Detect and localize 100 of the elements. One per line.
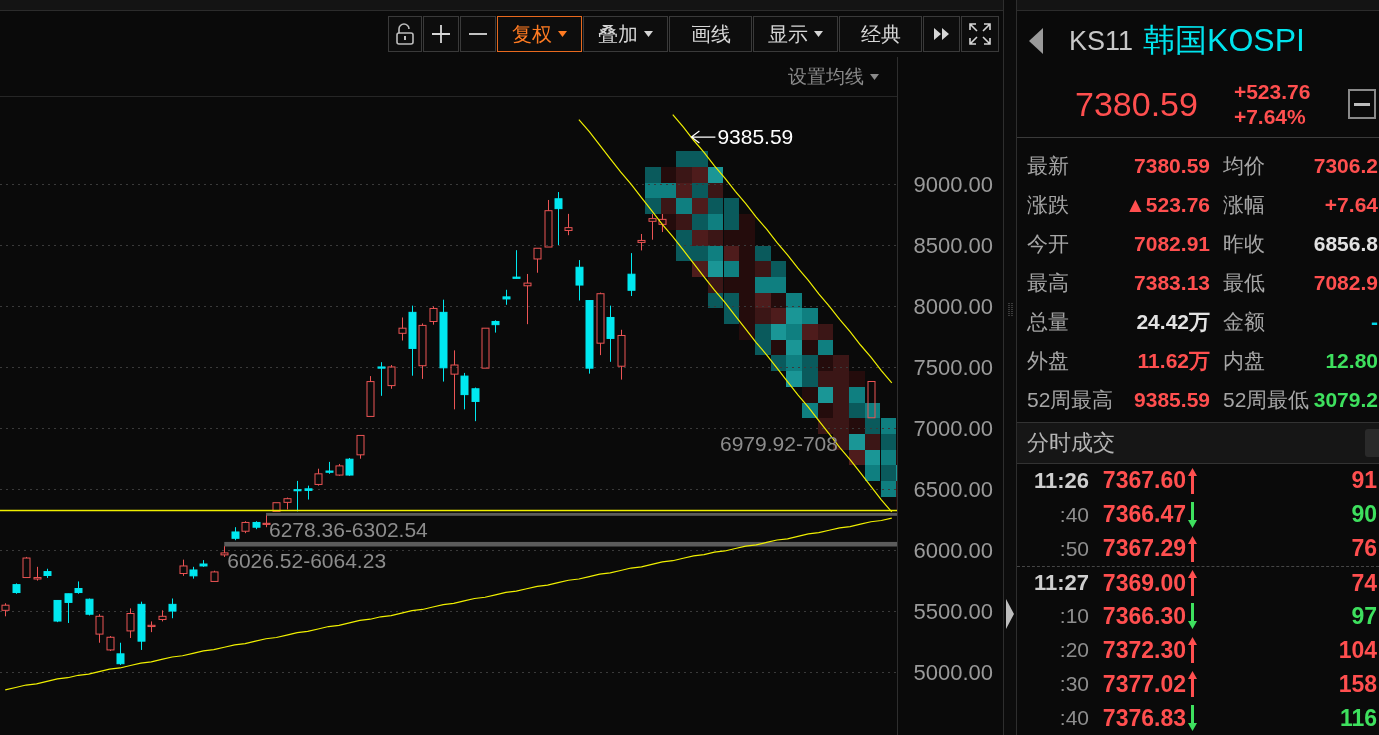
toolbar-button[interactable]: 复权 xyxy=(497,16,582,52)
axis-label: 9000.00 xyxy=(913,172,993,198)
candlestick xyxy=(1,602,10,617)
field-value: +7.64 xyxy=(1324,192,1378,217)
toolbar-button[interactable]: 显示 xyxy=(753,16,838,52)
trade-price: 7369.00 xyxy=(1102,569,1186,597)
expand-triangle-icon[interactable] xyxy=(1006,599,1014,629)
trade-volume: 116 xyxy=(1339,704,1378,732)
candlestick xyxy=(252,520,261,530)
candlestick xyxy=(116,642,125,666)
candlestick xyxy=(272,502,281,512)
axis-label: 8000.00 xyxy=(913,294,993,319)
trade-price: 7366.30 xyxy=(1102,602,1186,630)
trade-volume: 76 xyxy=(1351,535,1378,563)
candlestick xyxy=(304,485,313,501)
back-triangle-icon[interactable] xyxy=(1029,28,1043,54)
grip-icon xyxy=(1007,303,1013,317)
candlestick xyxy=(356,434,365,460)
candlestick xyxy=(126,607,135,639)
percent-change: +7.64% xyxy=(1233,104,1307,129)
zoom-in-button[interactable] xyxy=(423,16,459,52)
candlestick xyxy=(12,582,21,595)
price-change: +523.76 xyxy=(1233,79,1311,104)
axis-label: 6500.00 xyxy=(913,476,993,502)
field-label: 涨跌 xyxy=(1027,191,1069,218)
candlestick xyxy=(345,457,354,477)
trade-time: :30 xyxy=(1059,672,1089,697)
field-value: 7082.9 xyxy=(1313,270,1378,295)
trade-time: 11:26 xyxy=(1033,467,1089,494)
candlestick xyxy=(617,329,626,381)
field-value: 7306.2 xyxy=(1313,153,1378,178)
candlestick xyxy=(387,364,396,390)
lock-button[interactable] xyxy=(388,16,422,52)
candlestick xyxy=(210,570,219,582)
trade-time: :10 xyxy=(1059,604,1089,629)
axis-label: 7000.00 xyxy=(913,415,993,441)
field-label: 总量 xyxy=(1027,308,1069,335)
candlestick xyxy=(314,468,323,487)
candlestick xyxy=(241,520,250,534)
zoom-out-button[interactable] xyxy=(460,16,496,52)
field-label: 涨幅 xyxy=(1223,191,1265,218)
candlestick xyxy=(325,461,334,475)
arrow-icon xyxy=(690,130,716,144)
field-value: - xyxy=(1371,309,1378,334)
band-label: 6026.52-6064.23 xyxy=(227,548,387,572)
trade-price: 7367.29 xyxy=(1102,535,1186,563)
candlestick xyxy=(867,380,876,419)
toolbar-button[interactable]: 画线 xyxy=(669,16,752,52)
candlestick xyxy=(220,545,229,558)
field-label: 昨收 xyxy=(1223,230,1265,257)
field-value: 9385.59 xyxy=(1134,387,1210,412)
field-label: 金额 xyxy=(1223,308,1265,335)
field-label: 今开 xyxy=(1027,230,1069,257)
candlestick xyxy=(377,361,386,397)
field-value: ▲523.76 xyxy=(1125,192,1210,217)
axis-label: 5500.00 xyxy=(913,598,993,624)
range-label: 6979.92-708 xyxy=(720,432,838,455)
caret-icon xyxy=(870,73,879,80)
trade-volume: 90 xyxy=(1351,501,1378,529)
collapse-button[interactable] xyxy=(1348,89,1376,119)
last-price: 7380.59 xyxy=(1075,84,1198,124)
trade-volume: 97 xyxy=(1351,602,1378,630)
trade-time: :20 xyxy=(1059,638,1089,663)
field-value: 11.62万 xyxy=(1137,347,1210,374)
section-title: 分时成交 xyxy=(1027,429,1115,457)
trade-time: :40 xyxy=(1059,502,1089,527)
trade-price: 7367.60 xyxy=(1102,467,1186,495)
minus-icon xyxy=(1354,102,1370,106)
field-label: 内盘 xyxy=(1223,347,1265,374)
peak-label: 9385.59 xyxy=(717,125,794,149)
candlestick xyxy=(22,556,31,579)
forward-button[interactable] xyxy=(923,16,960,52)
trade-price: 7366.47 xyxy=(1102,501,1186,529)
field-value: 3079.2 xyxy=(1313,387,1378,412)
candlestick xyxy=(512,249,521,279)
field-label: 外盘 xyxy=(1027,347,1069,374)
field-value: 7082.91 xyxy=(1134,231,1210,256)
candlestick xyxy=(471,387,480,422)
field-label: 最新 xyxy=(1027,152,1069,179)
toolbar-button[interactable]: 经典 xyxy=(839,16,922,52)
field-label: 最高 xyxy=(1027,269,1069,296)
padlock-icon xyxy=(395,23,415,45)
trade-price: 7377.02 xyxy=(1102,670,1186,698)
trade-price: 7372.30 xyxy=(1102,636,1186,664)
trade-price: 7376.83 xyxy=(1102,704,1186,732)
field-value: 24.42万 xyxy=(1136,308,1210,335)
index-code: KS11 xyxy=(1069,25,1134,57)
candlestick xyxy=(231,526,240,541)
candlestick xyxy=(106,635,115,652)
minus-icon xyxy=(469,33,487,35)
fullscreen-button[interactable] xyxy=(961,16,999,52)
candlestick xyxy=(658,213,667,233)
field-label: 均价 xyxy=(1223,152,1265,179)
trade-time: :50 xyxy=(1059,536,1089,561)
toolbar-button[interactable]: 叠加 xyxy=(583,16,668,52)
candlestick xyxy=(335,463,344,477)
ma-setting-dropdown[interactable]: 设置均线 xyxy=(786,61,881,92)
trade-volume: 74 xyxy=(1351,569,1378,597)
candlestick xyxy=(596,292,605,356)
candlestick xyxy=(418,322,427,380)
